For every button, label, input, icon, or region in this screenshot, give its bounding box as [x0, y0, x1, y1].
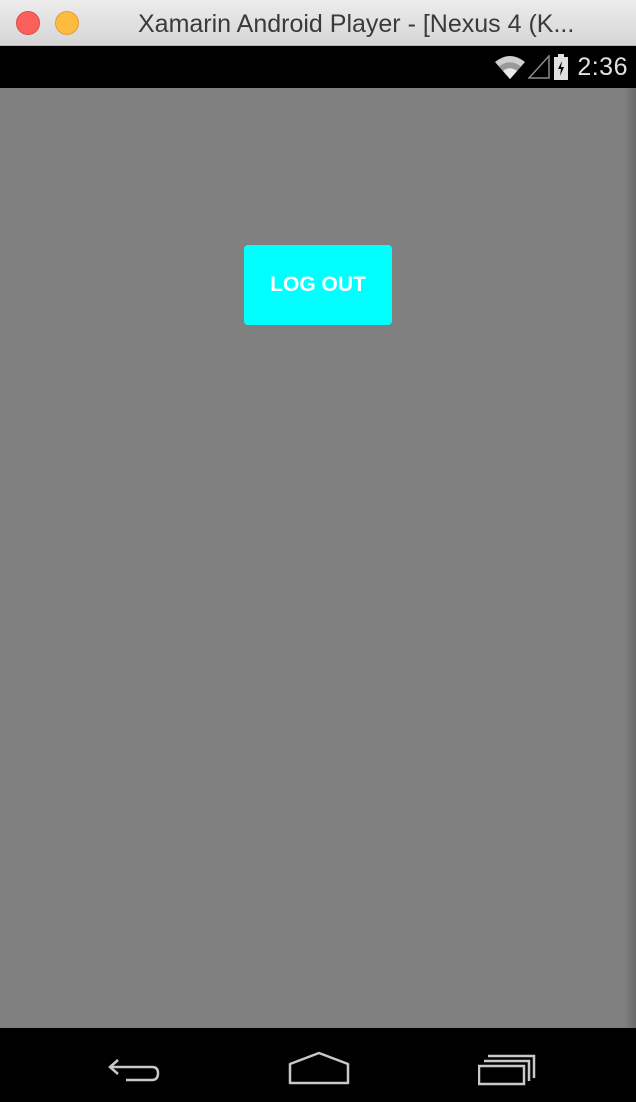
- home-button[interactable]: [288, 1048, 350, 1088]
- home-icon: [288, 1048, 350, 1088]
- android-status-bar: 2:36: [0, 46, 636, 88]
- back-icon: [104, 1048, 162, 1088]
- window-title: Xamarin Android Player - [Nexus 4 (K...: [138, 10, 575, 38]
- back-button[interactable]: [104, 1048, 162, 1088]
- window-title-bar: Xamarin Android Player - [Nexus 4 (K...: [0, 0, 636, 46]
- edge-shadow: [624, 88, 636, 1028]
- android-nav-bar: [0, 1028, 636, 1102]
- emulator-window: Xamarin Android Player - [Nexus 4 (K...: [0, 0, 636, 1102]
- close-window-button[interactable]: [16, 11, 40, 35]
- status-clock: 2:36: [577, 52, 628, 81]
- status-icons: 2:36: [494, 46, 628, 88]
- logout-button[interactable]: LOG OUT: [244, 245, 392, 325]
- recents-button[interactable]: [478, 1048, 538, 1088]
- wifi-icon: [494, 54, 528, 80]
- battery-icon: [554, 54, 577, 80]
- app-content: LOG OUT: [0, 88, 636, 1028]
- recents-icon: [478, 1048, 538, 1088]
- cell-signal-icon: [528, 55, 554, 79]
- minimize-window-button[interactable]: [55, 11, 79, 35]
